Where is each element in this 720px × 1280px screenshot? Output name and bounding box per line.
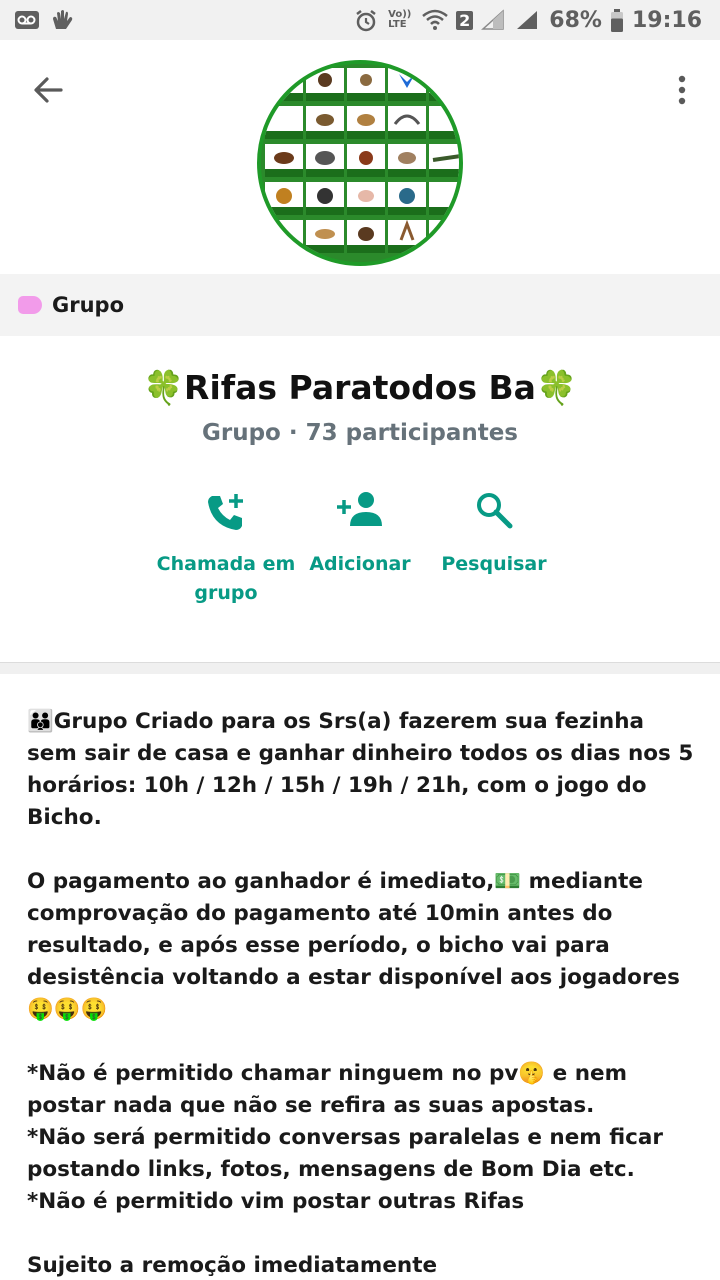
add-participant-button[interactable]: Adicionar xyxy=(306,490,414,579)
signal-icon xyxy=(481,9,507,31)
arrow-left-icon xyxy=(34,77,63,103)
battery-icon xyxy=(610,9,624,32)
label-tag-icon xyxy=(18,296,42,314)
status-bar: Vo)) LTE 2 68% 19:16 xyxy=(0,0,720,40)
label-strip[interactable]: Grupo xyxy=(0,274,720,336)
lte-indicator: Vo)) LTE xyxy=(388,9,412,30)
group-avatar[interactable] xyxy=(257,60,463,266)
alarm-icon xyxy=(354,9,380,32)
group-title: 🍀Rifas Paratodos Ba🍀 xyxy=(142,368,578,407)
wifi-icon xyxy=(422,9,448,31)
animal-grid-avatar xyxy=(261,64,459,262)
more-options-button[interactable] xyxy=(666,70,698,110)
group-call-button[interactable]: Chamada em grupo xyxy=(156,490,296,608)
status-right: Vo)) LTE 2 68% 19:16 xyxy=(354,8,702,33)
voicemail-icon xyxy=(14,9,40,31)
search-button[interactable]: Pesquisar xyxy=(438,490,550,579)
signal-icon-sim2 xyxy=(515,9,541,31)
group-info: 🍀Rifas Paratodos Ba🍀 Grupo · 73 particip… xyxy=(0,336,720,662)
group-header xyxy=(0,40,720,274)
back-button[interactable] xyxy=(28,70,68,110)
clock-time: 19:16 xyxy=(631,7,702,33)
search-label: Pesquisar xyxy=(441,553,547,575)
group-call-icon xyxy=(208,494,243,530)
sim-badge: 2 xyxy=(456,10,474,30)
add-participant-label: Adicionar xyxy=(309,553,411,575)
label-text: Grupo xyxy=(52,293,125,317)
battery-percent: 68% xyxy=(549,7,602,33)
vertical-dots-icon xyxy=(678,75,686,105)
group-subtitle: Grupo · 73 participantes xyxy=(202,420,518,446)
status-left xyxy=(14,9,76,31)
add-person-icon xyxy=(337,492,382,526)
search-icon xyxy=(477,493,513,529)
group-call-label: Chamada em grupo xyxy=(156,553,296,604)
wave-hand-icon xyxy=(50,9,76,31)
group-description: 👪Grupo Criado para os Srs(a) fazerem sua… xyxy=(0,674,720,1280)
section-divider xyxy=(0,662,720,674)
